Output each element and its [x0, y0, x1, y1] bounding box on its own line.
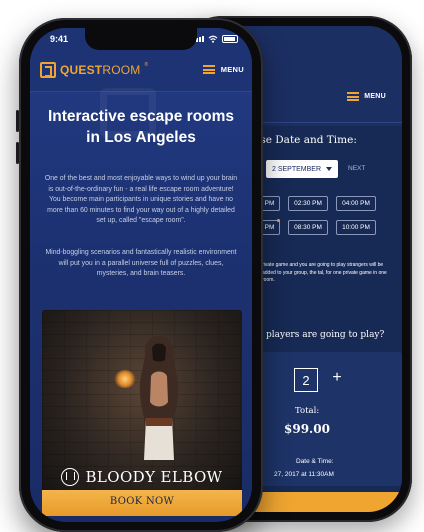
menu-label: MENU — [220, 65, 244, 74]
time-slot[interactable]: 08:30 PM — [288, 220, 328, 235]
total-value: $99.00 — [284, 422, 330, 436]
front-phone-screen: 9:41 QUESTROOM ® MENU Interactive escape… — [30, 28, 252, 522]
slot-marker-icon — [277, 219, 280, 222]
volume-up-button — [16, 110, 19, 132]
room-card[interactable]: BLOODY ELBOW — [42, 310, 242, 502]
date-select-value: 2 SEPTEMBER — [272, 165, 322, 173]
caret-down-icon — [326, 167, 332, 171]
datetime-label: Date & Time: — [296, 458, 334, 465]
hero-title: Interactive escape rooms in Los Angeles — [47, 108, 235, 146]
intro-paragraph: One of the best and most enjoyable ways … — [44, 175, 238, 225]
back-menu-button[interactable]: MENU — [347, 92, 386, 101]
logo-text-light: ROOM — [102, 63, 141, 77]
hamburger-icon — [347, 92, 360, 101]
next-date-link[interactable]: NEXT — [348, 165, 365, 172]
private-game-note: rivate game and you are going to play st… — [262, 262, 387, 283]
total-label: Total: — [295, 406, 320, 416]
date-select[interactable]: 2 SEPTEMBER — [266, 160, 338, 178]
time-slot[interactable]: 04:00 PM — [336, 196, 376, 211]
datetime-value: 27, 2017 at 11:30AM — [274, 471, 334, 478]
back-cta-bar[interactable] — [248, 492, 402, 512]
book-now-button[interactable]: BOOK NOW — [42, 490, 242, 516]
players-card — [250, 352, 402, 452]
wifi-icon — [208, 35, 218, 43]
battery-icon — [222, 35, 238, 43]
back-menu-label: MENU — [364, 93, 386, 100]
increase-players-button[interactable]: + — [328, 369, 346, 387]
status-time: 9:41 — [50, 34, 69, 44]
room-emblem-icon — [61, 468, 80, 486]
front-phone-frame: 9:41 QUESTROOM ® MENU Interactive escape… — [16, 18, 263, 532]
volume-down-button — [16, 142, 19, 164]
hooded-figure-image — [139, 336, 179, 460]
lantern-glow — [114, 370, 136, 388]
site-header: QUESTROOM ® MENU — [30, 52, 252, 92]
intro-paragraph-2: Mind-boggling scenarios and fantasticall… — [45, 249, 237, 278]
status-icons — [193, 35, 238, 43]
logo-text-bold: QUEST — [60, 63, 103, 77]
logo-registered-mark: ® — [144, 62, 149, 68]
logo-mark-icon — [40, 62, 56, 78]
hamburger-icon — [202, 65, 215, 74]
questroom-logo[interactable]: QUESTROOM ® — [40, 62, 148, 78]
players-question: players are going to play? — [266, 330, 385, 340]
room-logo: BLOODY ELBOW — [42, 468, 242, 486]
logo-text: QUESTROOM — [60, 63, 140, 77]
time-slot[interactable]: 02:30 PM — [288, 196, 328, 211]
player-count: 2 — [294, 368, 318, 392]
phone-notch — [85, 28, 197, 50]
menu-button[interactable]: MENU — [202, 65, 244, 74]
time-slot[interactable]: 10:00 PM — [336, 220, 376, 235]
choose-date-title: ose Date and Time: — [254, 134, 357, 146]
room-name: BLOODY ELBOW — [85, 468, 223, 486]
